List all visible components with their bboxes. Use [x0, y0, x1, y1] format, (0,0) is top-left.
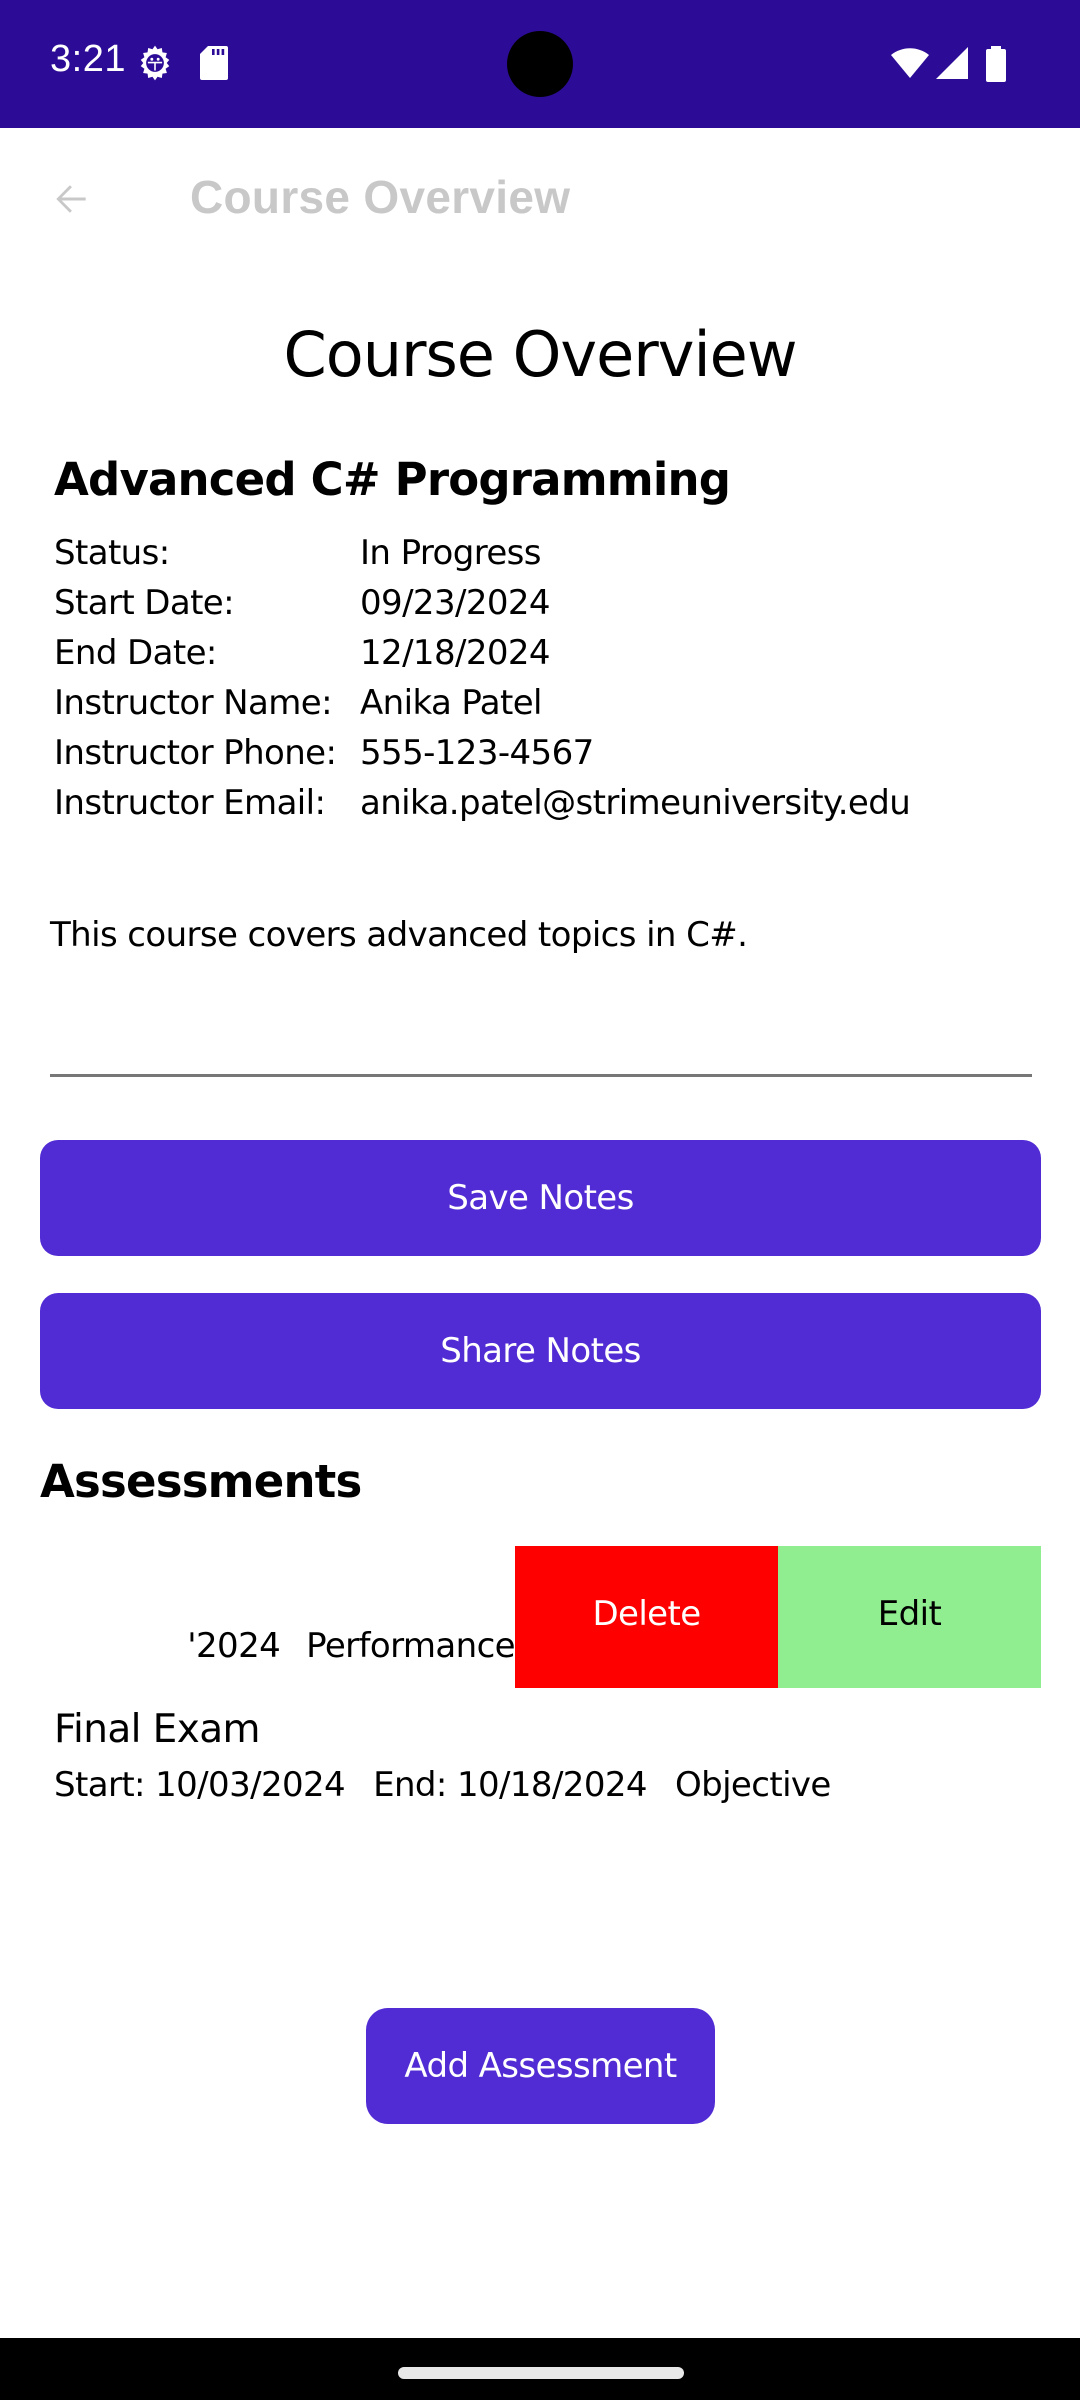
detail-value: 12/18/2024 [360, 633, 551, 673]
app-bar: Course Overview [0, 128, 1080, 278]
course-overview-screen: 3:21 Course Overview Course Overview Adv… [0, 0, 1080, 2400]
home-indicator[interactable] [398, 2367, 684, 2379]
detail-value: 555-123-4567 [360, 733, 594, 773]
detail-value: 09/23/2024 [360, 583, 551, 623]
swipe-actions: Delete Edit [515, 1546, 1041, 1688]
gear-icon [140, 45, 170, 81]
detail-label: Status: [54, 533, 170, 573]
detail-row-instructor-email: Instructor Email: anika.patel@strimeuniv… [54, 778, 911, 828]
sd-card-icon [200, 46, 228, 80]
detail-row-start-date: Start Date: 09/23/2024 [54, 578, 910, 628]
detail-label: Instructor Phone: [54, 733, 337, 773]
status-time: 3:21 [50, 38, 126, 80]
assessment-swipe-item[interactable]: '2024 Performance Delete Edit [40, 1546, 1041, 1688]
assessment-list-item[interactable]: Final Exam Start: 10/03/2024 End: 10/18/… [54, 1700, 1034, 1810]
app-bar-title: Course Overview [190, 171, 571, 223]
detail-row-status: Status: In Progress [54, 528, 910, 578]
notes-editor[interactable]: This course covers advanced topics in C#… [50, 905, 1032, 1077]
detail-label: End Date: [54, 633, 217, 673]
delete-button[interactable]: Delete [515, 1546, 778, 1688]
assessments-heading: Assessments [40, 1455, 362, 1508]
swiped-assessment-content[interactable]: '2024 Performance [40, 1546, 515, 1688]
detail-row-instructor-name: Instructor Name: Anika Patel [54, 678, 910, 728]
system-navigation-bar [0, 2338, 1080, 2400]
assessment-end-fragment: '2024 [187, 1626, 281, 1666]
wifi-icon [891, 48, 929, 78]
edit-button[interactable]: Edit [778, 1546, 1041, 1688]
camera-cutout [507, 31, 573, 97]
share-notes-button[interactable]: Share Notes [40, 1293, 1041, 1409]
add-assessment-button[interactable]: Add Assessment [366, 2008, 715, 2124]
arrow-left-icon [56, 185, 86, 213]
assessment-meta: Start: 10/03/2024 End: 10/18/2024 Object… [54, 1760, 1034, 1810]
detail-label: Instructor Email: [54, 783, 326, 823]
assessment-end: End: 10/18/2024 [373, 1765, 647, 1805]
assessment-type: Objective [674, 1765, 831, 1805]
assessment-start: Start: 10/03/2024 [54, 1765, 346, 1805]
detail-value: In Progress [360, 533, 541, 573]
back-button[interactable] [36, 164, 106, 234]
notes-text: This course covers advanced topics in C#… [50, 915, 748, 955]
battery-icon [986, 46, 1006, 82]
detail-label: Instructor Name: [54, 683, 333, 723]
course-name: Advanced C# Programming [54, 453, 731, 506]
detail-row-instructor-phone: Instructor Phone: 555-123-4567 [54, 728, 910, 778]
cell-signal-icon [936, 47, 968, 79]
save-notes-button[interactable]: Save Notes [40, 1140, 1041, 1256]
status-bar: 3:21 [0, 0, 1080, 128]
detail-row-end-date: End Date: 12/18/2024 [54, 628, 910, 678]
detail-value: anika.patel@strimeuniversity.edu [360, 783, 911, 823]
detail-value: Anika Patel [360, 683, 543, 723]
assessment-title: Final Exam [54, 1707, 261, 1752]
detail-label: Start Date: [54, 583, 235, 623]
page-title: Course Overview [283, 318, 797, 391]
course-details: Status: In Progress Start Date: 09/23/20… [54, 528, 911, 828]
assessment-type: Performance [306, 1626, 515, 1666]
assessment-meta: '2024 Performance [187, 1626, 515, 1666]
